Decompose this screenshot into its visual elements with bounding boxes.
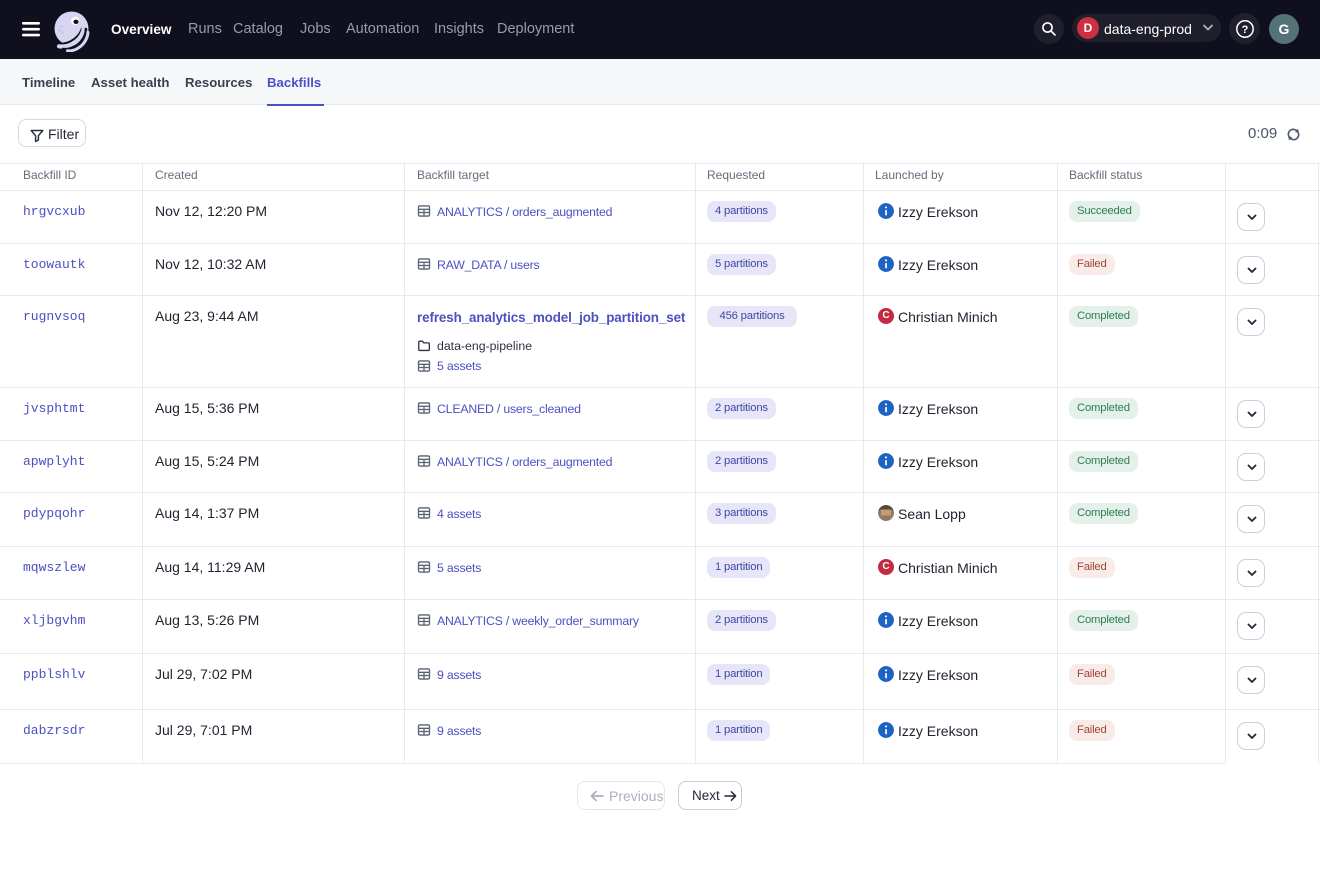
svg-text:?: ? — [1242, 24, 1249, 36]
